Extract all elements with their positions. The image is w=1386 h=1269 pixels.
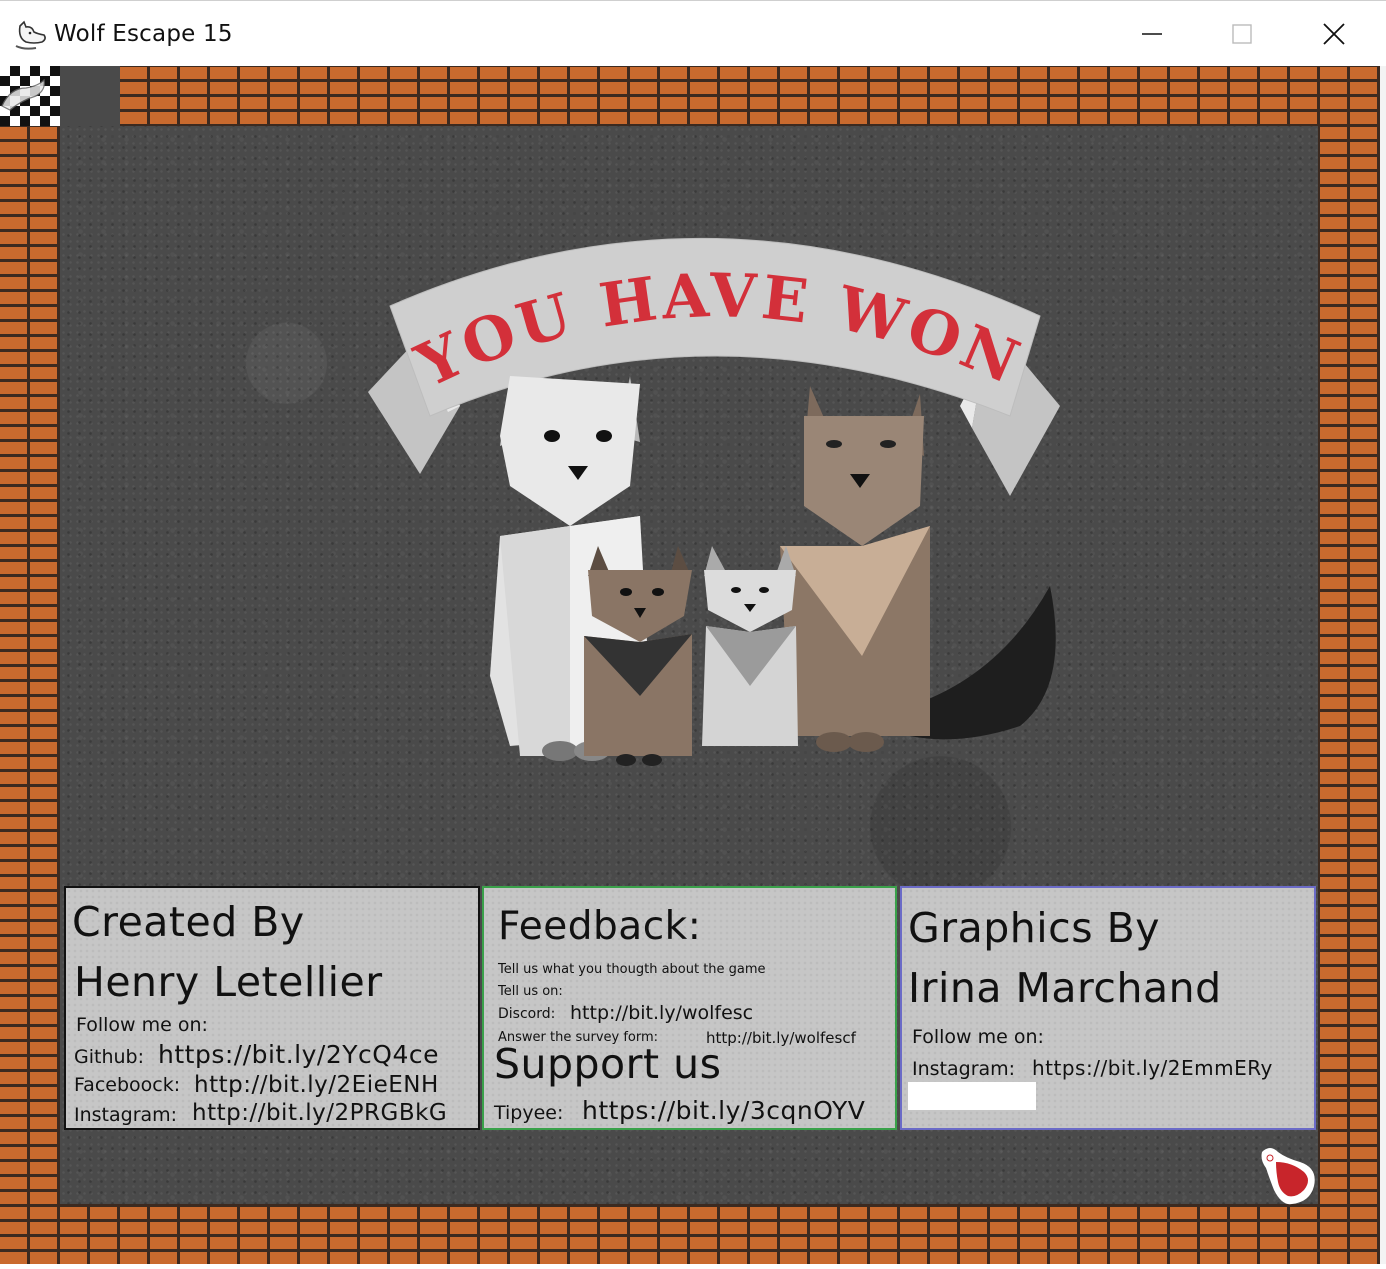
tipyee-link[interactable]: https://bit.ly/3cqnOYV xyxy=(582,1096,865,1125)
credits-created-panel: Created By Henry Letellier Follow me on:… xyxy=(64,886,480,1130)
close-icon xyxy=(1323,23,1345,45)
graphics-follow-label: Follow me on: xyxy=(912,1026,1044,1048)
wolf-head-icon xyxy=(14,20,48,52)
brown-pup xyxy=(584,546,692,766)
victory-artwork: YOU HAVE WON xyxy=(368,237,1060,766)
feedback-heading: Feedback: xyxy=(498,904,702,949)
tipyee-label: Tipyee: xyxy=(494,1102,564,1124)
survey-link[interactable]: http://bit.ly/wolfescf xyxy=(706,1029,856,1047)
feedback-line-1: Tell us what you thougth about the game xyxy=(498,962,766,977)
discord-link[interactable]: http://bit.ly/wolfesc xyxy=(570,1002,753,1024)
graphics-instagram-label: Instagram: xyxy=(912,1058,1016,1080)
feedback-panel: Feedback: Tell us what you thougth about… xyxy=(482,886,897,1130)
support-heading: Support us xyxy=(494,1040,722,1088)
minimize-icon xyxy=(1142,33,1162,35)
graphics-name: Irina Marchand xyxy=(908,964,1222,1012)
game-board: YOU HAVE WON Created By Henry Letellier … xyxy=(0,66,1380,1264)
grey-pup xyxy=(702,546,798,746)
discord-label: Discord: xyxy=(498,1006,556,1022)
checkered-flag-icon xyxy=(0,66,60,126)
minimize-button[interactable] xyxy=(1106,1,1198,67)
window-titlebar: Wolf Escape 15 xyxy=(0,0,1386,66)
created-heading: Created By xyxy=(72,898,305,946)
text-input-placeholder xyxy=(908,1082,1036,1110)
created-name: Henry Letellier xyxy=(74,958,383,1006)
window-right-edge xyxy=(1380,66,1386,1264)
window-title: Wolf Escape 15 xyxy=(54,21,233,47)
facebook-label: Faceboock: xyxy=(74,1074,181,1096)
github-label: Github: xyxy=(74,1046,144,1068)
maximize-icon xyxy=(1232,24,1252,44)
facebook-link[interactable]: http://bit.ly/2EieENH xyxy=(194,1072,439,1098)
maximize-button[interactable] xyxy=(1196,1,1288,67)
github-link[interactable]: https://bit.ly/2YcQ4ce xyxy=(158,1040,439,1069)
credits-graphics-panel: Graphics By Irina Marchand Follow me on:… xyxy=(900,886,1316,1130)
graphics-heading: Graphics By xyxy=(908,904,1160,952)
graphics-instagram-link[interactable]: https://bit.ly/2EmmERy xyxy=(1032,1056,1273,1080)
created-instagram-label: Instagram: xyxy=(74,1104,178,1126)
close-button[interactable] xyxy=(1288,1,1380,67)
created-follow-label: Follow me on: xyxy=(76,1014,208,1036)
feedback-line-2: Tell us on: xyxy=(498,984,563,999)
floor-entry xyxy=(60,66,120,126)
steak-icon[interactable] xyxy=(1256,1144,1320,1206)
created-instagram-link[interactable]: http://bit.ly/2PRGBkG xyxy=(192,1100,447,1126)
